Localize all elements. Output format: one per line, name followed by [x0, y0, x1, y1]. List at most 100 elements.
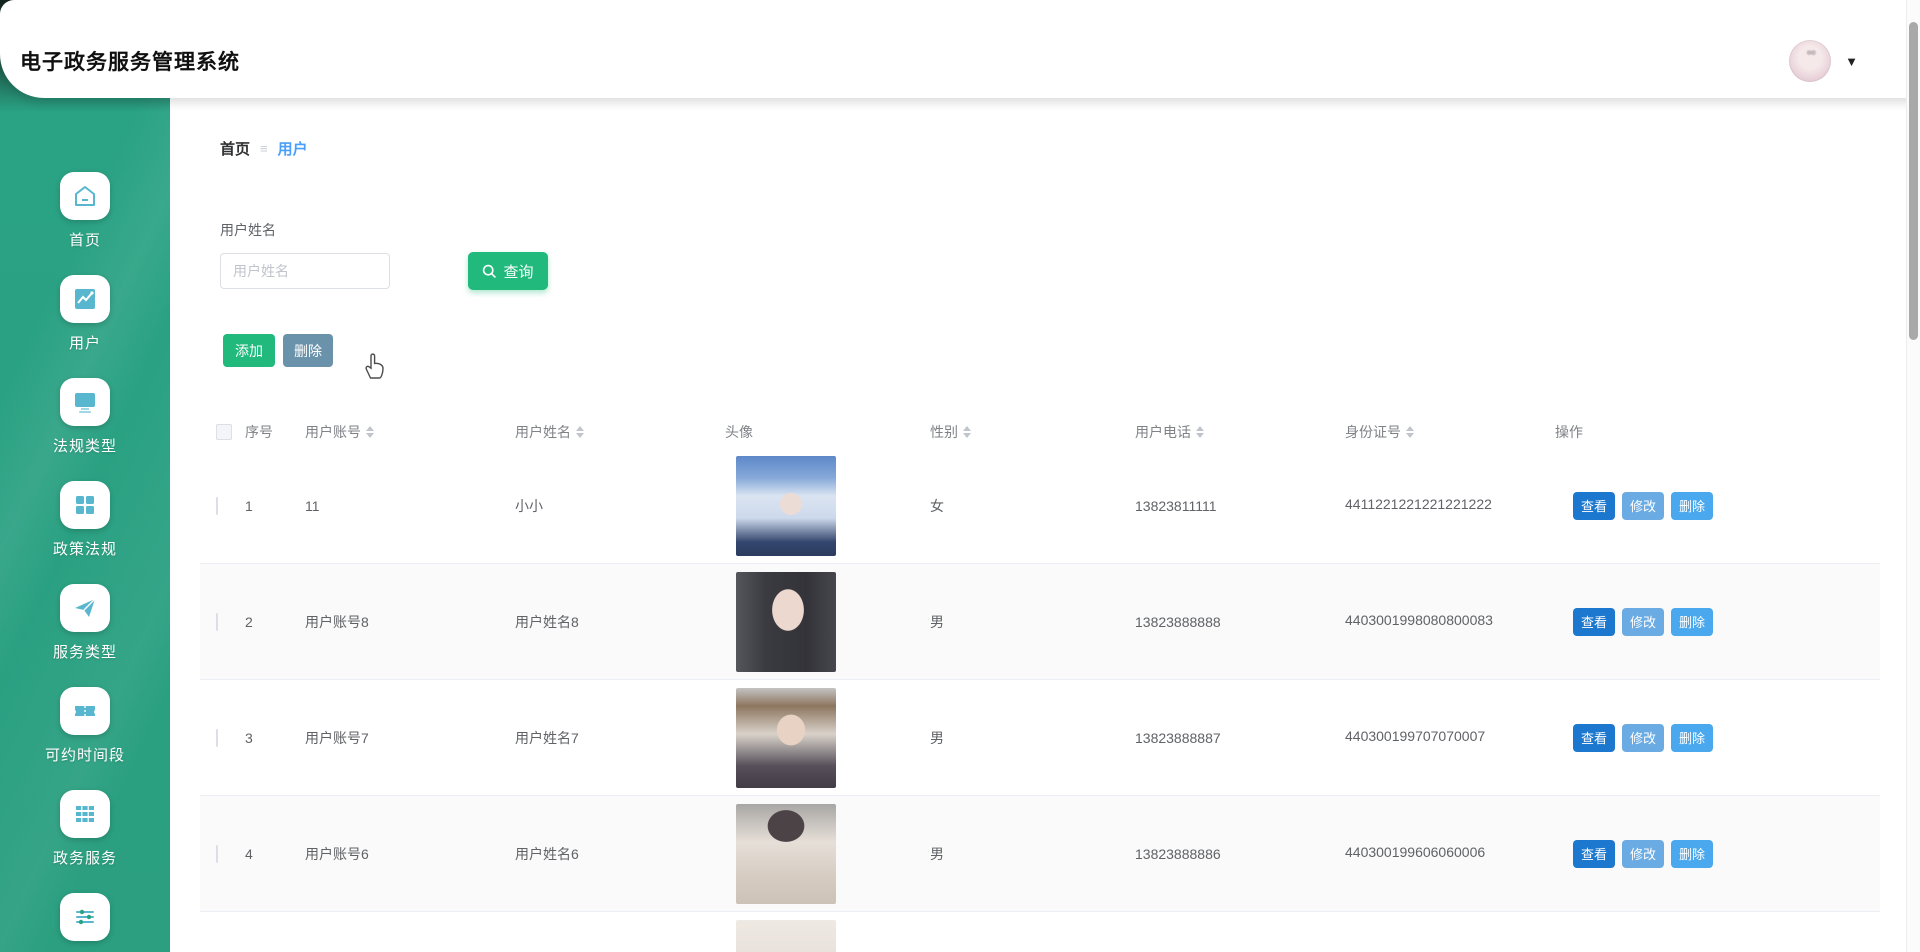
topbar: 电子政务服务管理系统 ▼: [0, 0, 1920, 98]
column-header-phone: 用户电话: [1135, 422, 1345, 442]
page: 首页 用户 法规类型 政策法规 服务类型 可约时间段 政务服务 电子政务服务管理…: [0, 0, 1920, 952]
column-header-name: 用户姓名: [515, 422, 725, 442]
chart-image-icon: [60, 275, 110, 323]
remove-button[interactable]: 删除: [1671, 607, 1713, 636]
chevron-down-icon[interactable]: ▼: [1845, 54, 1858, 69]
mouse-cursor-icon: [365, 353, 384, 379]
cell-gender: 男: [930, 845, 944, 862]
cell-account: 用户账号6: [305, 845, 369, 862]
scrollbar-thumb[interactable]: [1909, 22, 1918, 340]
breadcrumb: 首页 ≡ 用户: [220, 138, 308, 159]
sidebar-item-government-services[interactable]: 政务服务: [0, 790, 170, 893]
cell-account: 用户账号7: [305, 729, 369, 746]
view-button[interactable]: 查看: [1573, 491, 1615, 520]
edit-button[interactable]: 修改: [1622, 839, 1664, 868]
sort-icon[interactable]: [576, 426, 584, 438]
cell-gender: 男: [930, 729, 944, 746]
home-icon: [60, 172, 110, 220]
cell-idnumber: 440300199707070007: [1345, 728, 1486, 744]
breadcrumb-separator-icon: ≡: [260, 141, 268, 156]
scrollbar[interactable]: [1906, 0, 1920, 952]
sidebar-item-label: 服务类型: [52, 644, 117, 661]
cell-name: 用户姓名6: [515, 845, 579, 862]
column-header-actions: 操作: [1555, 424, 1583, 440]
search-input[interactable]: [220, 253, 390, 289]
sidebar-item-service-type[interactable]: 服务类型: [0, 584, 170, 687]
cell-idnumber: 4403001998080800083: [1345, 612, 1493, 628]
edit-button[interactable]: 修改: [1622, 723, 1664, 752]
row-checkbox[interactable]: [216, 612, 218, 631]
remove-button[interactable]: 删除: [1671, 723, 1713, 752]
cell-gender: 女: [930, 497, 944, 514]
edit-button[interactable]: 修改: [1622, 607, 1664, 636]
sort-icon[interactable]: [963, 426, 971, 438]
table-row: 4 用户账号6 用户姓名6 男 13823888886 440300199606…: [200, 796, 1880, 912]
sidebar-nav: 首页 用户 法规类型 政策法规 服务类型 可约时间段 政务服务: [0, 172, 170, 952]
view-button[interactable]: 查看: [1573, 607, 1615, 636]
avatar: [736, 803, 836, 904]
query-button-label: 查询: [503, 263, 534, 281]
cell-account: 11: [305, 497, 320, 514]
avatar: [736, 571, 836, 672]
paper-plane-icon: [60, 584, 110, 632]
avatar: [736, 687, 836, 788]
row-checkbox[interactable]: [216, 728, 218, 747]
sliders-icon: [60, 893, 110, 941]
breadcrumb-home[interactable]: 首页: [220, 138, 250, 159]
sort-icon[interactable]: [1196, 426, 1204, 438]
delete-button[interactable]: 删除: [283, 334, 333, 367]
table-header-row: 序号 用户账号 用户姓名 头像 性别 用户电话 身份证号 操作: [200, 416, 1880, 448]
remove-button[interactable]: 删除: [1671, 491, 1713, 520]
sidebar-item-bookable-timeslot[interactable]: 可约时间段: [0, 687, 170, 790]
search-label: 用户姓名: [220, 222, 276, 238]
cell-idnumber: 4411221221221221222: [1345, 496, 1492, 512]
sort-icon[interactable]: [1406, 426, 1414, 438]
sidebar-item-label: 政策法规: [52, 541, 117, 558]
cell-gender: 男: [930, 613, 944, 630]
cell-idnumber: 440300199606060006: [1345, 844, 1486, 860]
cell-phone: 13823888888: [1135, 613, 1221, 630]
cell-no: 2: [245, 613, 253, 630]
search-icon: [483, 264, 497, 278]
sidebar-item-label: 首页: [68, 232, 101, 249]
sort-icon[interactable]: [366, 426, 374, 438]
user-avatar[interactable]: [1789, 40, 1832, 82]
document-grid-icon: [60, 481, 110, 529]
sidebar-item-home[interactable]: 首页: [0, 172, 170, 275]
table-row: 2 用户账号8 用户姓名8 男 13823888888 440300199808…: [200, 564, 1880, 680]
sidebar-item-policy-regulations[interactable]: 政策法规: [0, 481, 170, 584]
cell-no: 1: [245, 497, 253, 514]
column-header-avatar: 头像: [725, 424, 753, 440]
select-all-checkbox[interactable]: [216, 424, 232, 440]
table-row: 1 11 小小 女 13823811111 441122122122122122…: [200, 448, 1880, 564]
cell-name: 用户姓名8: [515, 613, 579, 630]
avatar: [736, 920, 836, 952]
column-header-gender: 性别: [930, 422, 1135, 442]
cell-phone: 13823811111: [1135, 497, 1217, 514]
query-button[interactable]: 查询: [468, 252, 548, 290]
sidebar-item-more[interactable]: [0, 893, 170, 952]
cell-name: 小小: [515, 497, 543, 514]
add-button[interactable]: 添加: [223, 334, 275, 367]
column-header-no: 序号: [245, 424, 273, 440]
row-checkbox[interactable]: [216, 844, 218, 863]
app-title: 电子政务服务管理系统: [20, 51, 240, 74]
cell-phone: 13823888886: [1135, 845, 1221, 862]
sidebar-item-label: 用户: [68, 335, 101, 352]
column-header-idnumber: 身份证号: [1345, 422, 1555, 442]
table-row: [200, 912, 1880, 952]
sidebar-item-regulation-type[interactable]: 法规类型: [0, 378, 170, 481]
remove-button[interactable]: 删除: [1671, 839, 1713, 868]
ticket-icon: [60, 687, 110, 735]
view-button[interactable]: 查看: [1573, 839, 1615, 868]
row-checkbox[interactable]: [216, 496, 218, 515]
edit-button[interactable]: 修改: [1622, 491, 1664, 520]
cell-no: 3: [245, 729, 253, 746]
topbar-user-area: ▼: [1789, 40, 1858, 82]
view-button[interactable]: 查看: [1573, 723, 1615, 752]
sidebar-item-users[interactable]: 用户: [0, 275, 170, 378]
table-row: 3 用户账号7 用户姓名7 男 13823888887 440300199707…: [200, 680, 1880, 796]
grid-icon: [60, 790, 110, 838]
breadcrumb-current[interactable]: 用户: [278, 138, 308, 159]
cell-no: 4: [245, 845, 253, 862]
